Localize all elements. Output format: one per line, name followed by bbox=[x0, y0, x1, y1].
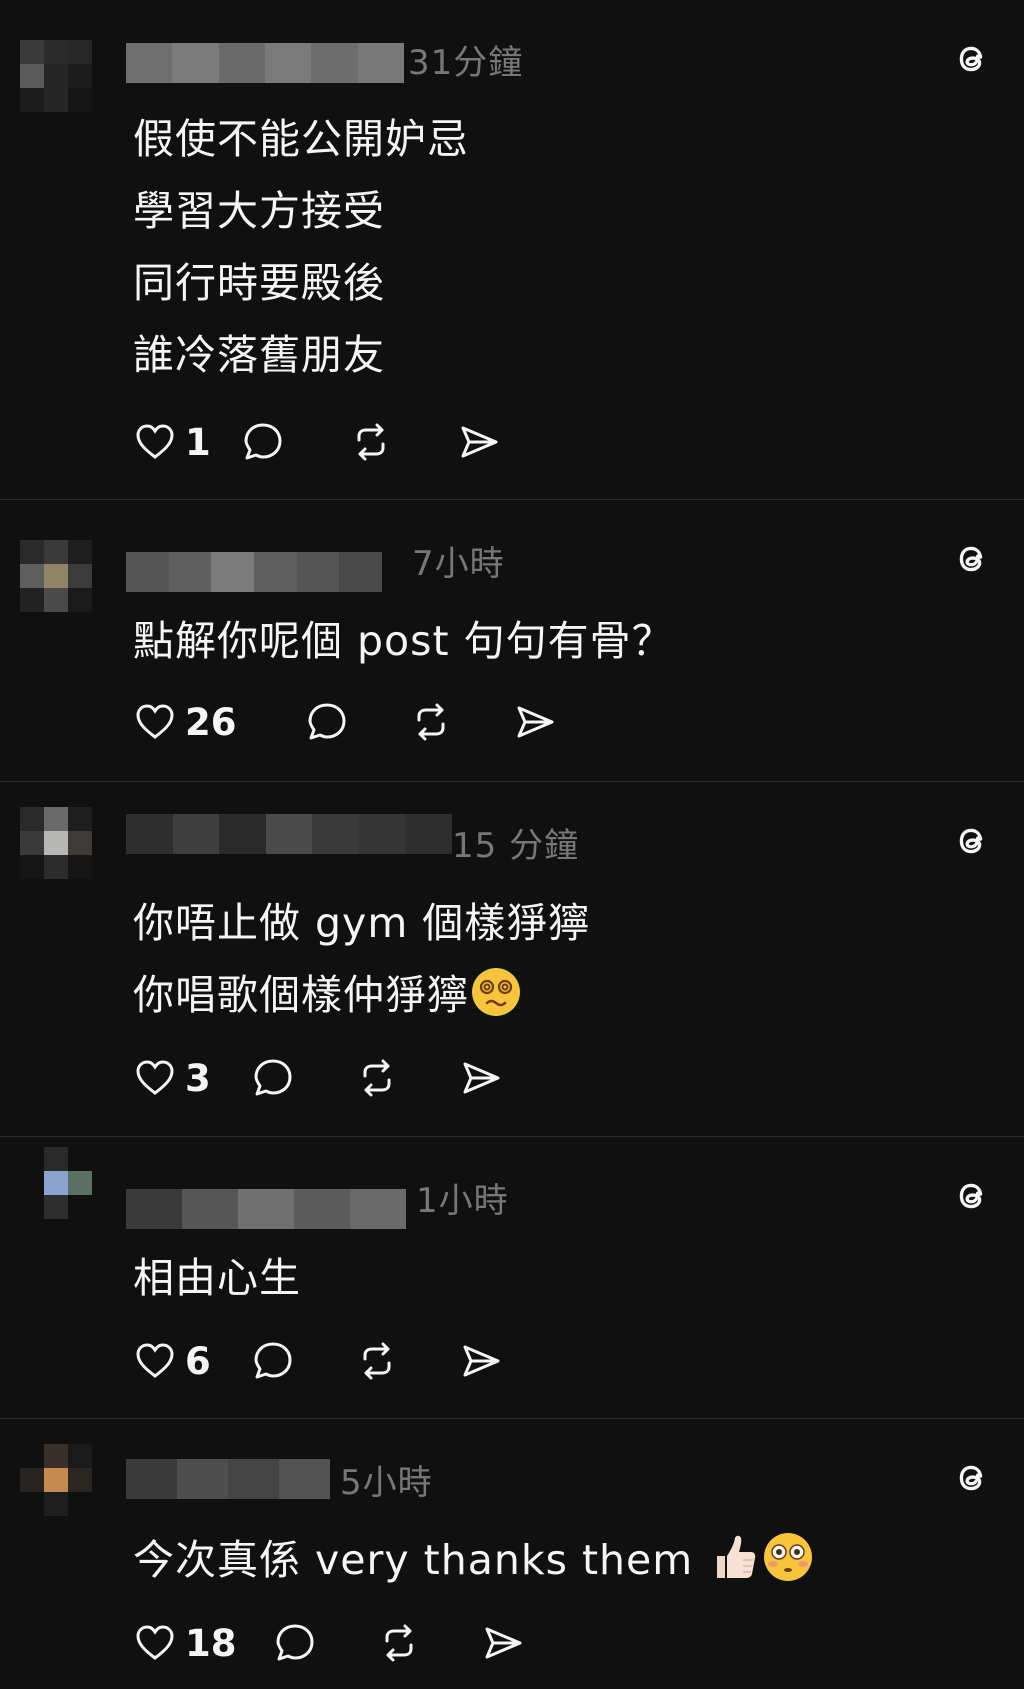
post-text-line: 假使不能公開妒忌 bbox=[133, 115, 469, 163]
repost-icon bbox=[363, 1342, 391, 1380]
reply-post: 5小時 今次真係 very thanks them 18 bbox=[0, 1419, 1024, 1689]
comment-bubble-icon bbox=[244, 423, 282, 460]
repost-icon bbox=[363, 1059, 391, 1097]
like-button[interactable]: 18 bbox=[133, 1621, 273, 1665]
like-button[interactable]: 1 bbox=[133, 420, 241, 464]
post-text-line: 你唔止做 gym 個樣猙獰 bbox=[133, 899, 591, 947]
like-count: 6 bbox=[185, 1339, 211, 1383]
timestamp: 5小時 bbox=[340, 1463, 433, 1503]
send-icon bbox=[463, 1345, 500, 1377]
repost-button[interactable] bbox=[409, 700, 513, 744]
repost-button[interactable] bbox=[355, 1339, 459, 1383]
like-button[interactable]: 26 bbox=[133, 700, 305, 744]
dizzy-face-emoji bbox=[472, 968, 520, 1016]
reply-button[interactable] bbox=[251, 1056, 355, 1100]
heart-icon bbox=[136, 424, 174, 459]
action-bar: 1 bbox=[133, 417, 501, 467]
post-text-line: 你唱歌個樣仲猙獰 bbox=[133, 971, 469, 1019]
avatar[interactable] bbox=[20, 807, 92, 879]
username-blurred[interactable] bbox=[126, 1189, 406, 1229]
reply-post: 15 分鐘 你唔止做 gym 個樣猙獰 你唱歌個樣仲猙獰 3 bbox=[0, 782, 1024, 1137]
reply-button[interactable] bbox=[251, 1339, 355, 1383]
like-count: 26 bbox=[185, 700, 237, 744]
threads-logo-icon[interactable] bbox=[948, 1455, 994, 1501]
username-blurred[interactable] bbox=[126, 1459, 330, 1499]
timestamp: 7小時 bbox=[412, 544, 505, 584]
timestamp: 15 分鐘 bbox=[452, 826, 580, 866]
send-icon bbox=[461, 426, 498, 458]
share-button[interactable] bbox=[459, 1339, 503, 1383]
threads-logo-icon[interactable] bbox=[948, 818, 994, 864]
repost-button[interactable] bbox=[349, 420, 457, 464]
action-bar: 26 bbox=[133, 697, 557, 747]
avatar[interactable] bbox=[20, 40, 92, 112]
post-text-line-with-emoji: 你唱歌個樣仲猙獰 bbox=[133, 959, 523, 1031]
flushed-face-emoji bbox=[764, 1533, 813, 1581]
repost-icon bbox=[385, 1624, 413, 1662]
like-button[interactable]: 6 bbox=[133, 1339, 251, 1383]
reply-post: 7小時 點解你呢個 post 句句有骨？ 26 bbox=[0, 500, 1024, 782]
comment-bubble-icon bbox=[254, 1342, 292, 1379]
action-bar: 18 bbox=[133, 1618, 525, 1668]
avatar[interactable] bbox=[20, 1147, 92, 1219]
avatar[interactable] bbox=[20, 540, 92, 612]
post-text-line: 同行時要殿後 bbox=[133, 259, 385, 307]
repost-icon bbox=[357, 423, 385, 461]
threads-logo-icon[interactable] bbox=[948, 536, 994, 582]
like-count: 3 bbox=[185, 1056, 211, 1100]
username-blurred[interactable] bbox=[126, 814, 453, 854]
share-button[interactable] bbox=[457, 420, 501, 464]
timestamp: 1小時 bbox=[416, 1181, 509, 1221]
post-text-line: 相由心生 bbox=[133, 1254, 301, 1302]
post-text-line: 學習大方接受 bbox=[133, 187, 385, 235]
comment-bubble-icon bbox=[308, 703, 346, 740]
timestamp: 31分鐘 bbox=[408, 43, 524, 83]
share-button[interactable] bbox=[513, 700, 557, 744]
like-button[interactable]: 3 bbox=[133, 1056, 251, 1100]
like-count: 1 bbox=[185, 420, 211, 464]
post-text-line: 誰冷落舊朋友 bbox=[133, 331, 385, 379]
reply-button[interactable] bbox=[273, 1621, 377, 1665]
heart-icon bbox=[136, 1343, 174, 1378]
action-bar: 6 bbox=[133, 1336, 503, 1386]
send-icon bbox=[517, 706, 554, 738]
reply-button[interactable] bbox=[241, 420, 349, 464]
replies-feed: 31分鐘 假使不能公開妒忌 學習大方接受 同行時要殿後 誰冷落舊朋友 1 7小時… bbox=[0, 0, 1024, 1689]
avatar[interactable] bbox=[20, 1444, 92, 1516]
repost-button[interactable] bbox=[377, 1621, 481, 1665]
threads-logo-icon[interactable] bbox=[948, 36, 994, 82]
reply-post: 31分鐘 假使不能公開妒忌 學習大方接受 同行時要殿後 誰冷落舊朋友 1 bbox=[0, 0, 1024, 500]
thumbs-up-emoji bbox=[717, 1535, 756, 1578]
send-icon bbox=[485, 1627, 522, 1659]
comment-bubble-icon bbox=[276, 1624, 314, 1661]
share-button[interactable] bbox=[481, 1621, 525, 1665]
post-text-line: 點解你呢個 post 句句有骨？ bbox=[133, 617, 674, 665]
action-bar: 3 bbox=[133, 1053, 503, 1103]
username-blurred[interactable] bbox=[126, 43, 404, 83]
username-blurred[interactable] bbox=[126, 552, 383, 592]
repost-button[interactable] bbox=[355, 1056, 459, 1100]
like-count: 18 bbox=[185, 1621, 237, 1665]
reply-button[interactable] bbox=[305, 700, 409, 744]
post-text-line: 今次真係 very thanks them bbox=[133, 1536, 694, 1584]
reply-post: 1小時 相由心生 6 bbox=[0, 1137, 1024, 1419]
threads-logo-icon[interactable] bbox=[948, 1173, 994, 1219]
post-text-line-with-emoji: 今次真係 very thanks them bbox=[133, 1524, 815, 1596]
repost-icon bbox=[417, 703, 445, 741]
comment-bubble-icon bbox=[254, 1059, 292, 1096]
heart-icon bbox=[136, 1625, 174, 1660]
send-icon bbox=[463, 1062, 500, 1094]
heart-icon bbox=[136, 1060, 174, 1095]
heart-icon bbox=[136, 704, 174, 739]
share-button[interactable] bbox=[459, 1056, 503, 1100]
